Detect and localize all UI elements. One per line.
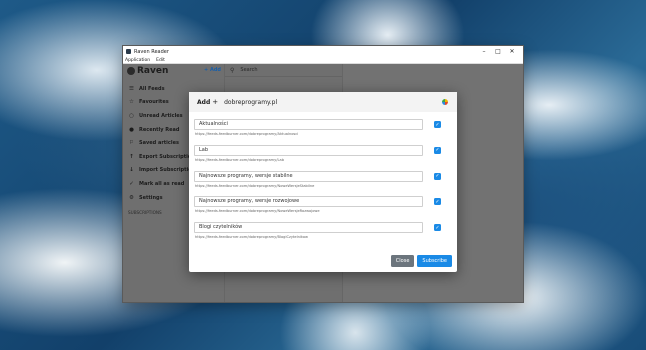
sidebar-item-label: Unread Articles [139,112,183,119]
add-feed-button[interactable]: + Add [204,67,221,73]
feed-name-input[interactable]: Najnowsze programy, wersje stabilne [194,170,423,182]
window-controls: – □ ✕ [477,46,519,57]
sidebar-item-label: Mark all as read [139,180,185,187]
dialog-title: Add [197,98,211,106]
plus-icon: + [212,98,219,106]
app-icon [126,49,131,54]
feed-url: https://feeds.feedburner.com/dobreprogra… [195,235,308,240]
close-window-button[interactable]: ✕ [505,46,519,57]
feed-name-input[interactable]: Blogi czytelników [194,222,423,234]
site-favicon-icon [442,99,448,105]
gear-icon: ⚙ [129,194,134,201]
star-icon: ☆ [129,99,134,106]
feed-item: Aktualności https://feeds.feedburner.com… [194,119,452,145]
feed-item: Blogi czytelników https://feeds.feedburn… [194,222,452,248]
raven-logo-icon [127,67,135,75]
window-title: Raven Reader [134,48,169,55]
sidebar-item-label: Recently Read [139,126,180,133]
feed-checkbox[interactable]: ✓ [434,198,441,206]
bookmark-icon: ⚐ [129,140,134,147]
dialog-actions: Close Subscribe [390,255,452,267]
feed-url: https://feeds.feedburner.com/dobreprogra… [195,132,299,136]
feed-name-input[interactable]: Aktualności [194,119,423,130]
sidebar-item-label: Favourites [139,99,169,106]
feed-name-input[interactable]: Lab [194,144,423,156]
app-logo-text: Raven [137,66,169,76]
maximize-button[interactable]: □ [491,46,505,57]
dialog-url: dobreprogramy.pl [224,98,278,106]
feed-item: Najnowsze programy, wersje stabilne http… [194,170,452,197]
feed-checkbox[interactable]: ✓ [434,224,441,232]
menu-bar: Application Edit [123,57,523,64]
feed-url: https://feeds.feedburner.com/dobreprogra… [195,209,320,214]
feed-checkbox[interactable]: ✓ [434,172,441,180]
circle-icon: ○ [129,112,134,119]
feed-item: Lab https://feeds.feedburner.com/dobrepr… [194,144,452,171]
feed-url: https://feeds.feedburner.com/dobreprogra… [195,157,285,162]
dot-icon: ● [129,126,134,133]
export-icon: ↑ [129,153,134,160]
sidebar-item-label: All Feeds [139,85,165,92]
subscribe-button[interactable]: Subscribe [417,255,452,267]
minimize-button[interactable]: – [477,46,491,57]
search-icon: ⚲ [230,66,235,74]
add-feed-dialog: Add + dobreprogramy.pl Aktualności https… [189,92,457,272]
feed-item: Najnowsze programy, wersje rozwojowe htt… [194,196,452,222]
sidebar-item-label: Settings [139,194,163,201]
logo-row: Raven + Add [123,64,224,78]
close-button[interactable]: Close [390,255,415,267]
search-input[interactable]: Search [240,67,257,73]
check-icon: ✓ [129,180,134,187]
feed-url: https://feeds.feedburner.com/dobreprogra… [195,183,315,188]
feed-name-input[interactable]: Najnowsze programy, wersje rozwojowe [194,196,423,208]
title-bar: Raven Reader – □ ✕ [123,46,523,57]
feed-checkbox[interactable]: ✓ [434,121,441,128]
list-icon: ☰ [129,85,134,92]
sidebar-item-label: Saved articles [139,140,179,147]
import-icon: ↓ [129,167,134,174]
dialog-header: Add + dobreprogramy.pl [189,92,457,112]
feed-list: Aktualności https://feeds.feedburner.com… [194,119,452,248]
menu-edit[interactable]: Edit [156,58,165,63]
search-bar[interactable]: ⚲ Search [225,64,342,77]
menu-application[interactable]: Application [125,58,150,63]
feed-checkbox[interactable]: ✓ [434,146,441,154]
